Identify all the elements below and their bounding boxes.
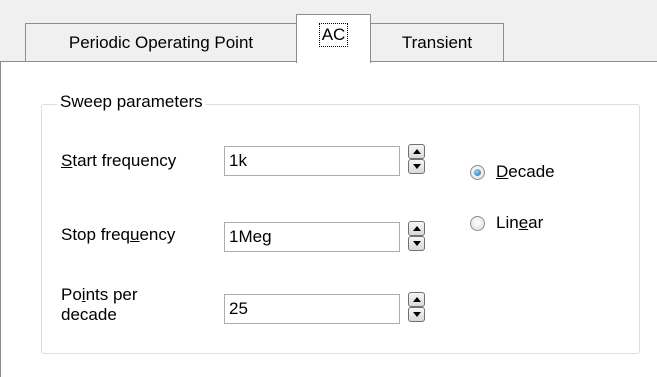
radio-selected-dot xyxy=(474,168,481,176)
decade-radio-label[interactable]: Decade xyxy=(496,162,555,182)
arrow-down-icon xyxy=(412,312,421,317)
stop-frequency-label-post: ency xyxy=(139,225,176,244)
start-frequency-spinner[interactable] xyxy=(408,144,425,174)
points-per-decade-spinner[interactable] xyxy=(408,292,425,322)
arrow-up-icon xyxy=(412,226,421,231)
linear-radio-option[interactable]: Linear xyxy=(470,213,543,233)
spin-up-button[interactable] xyxy=(408,292,425,307)
decade-label-rest: ecade xyxy=(508,162,555,181)
stop-frequency-spinner[interactable] xyxy=(408,221,425,251)
spin-down-button[interactable] xyxy=(408,236,425,251)
decade-mnemonic: D xyxy=(496,162,509,181)
linear-radio-label[interactable]: Linear xyxy=(496,213,543,233)
arrow-down-icon xyxy=(412,241,421,246)
spin-up-button[interactable] xyxy=(408,144,425,159)
tab-periodic-operating-point[interactable]: Periodic Operating Point xyxy=(25,23,297,61)
sweep-parameters-title: Sweep parameters xyxy=(57,92,206,112)
arrow-up-icon xyxy=(412,149,421,154)
tab-label: Periodic Operating Point xyxy=(68,32,254,52)
linear-radio[interactable] xyxy=(470,215,485,231)
start-frequency-input[interactable] xyxy=(224,146,400,176)
arrow-up-icon xyxy=(412,297,421,302)
points-per-decade-label-line1: Points per xyxy=(61,285,138,305)
arrow-down-icon xyxy=(412,164,421,169)
linear-mnemonic: e xyxy=(518,213,529,232)
tab-strip: Periodic Operating Point AC Transient xyxy=(0,0,657,63)
decade-radio-option[interactable]: Decade xyxy=(470,162,555,182)
tab-label: AC xyxy=(318,23,349,47)
decade-radio[interactable] xyxy=(470,164,485,180)
stop-frequency-input[interactable] xyxy=(224,222,400,252)
points-per-decade-label-line2: decade xyxy=(61,305,117,324)
points-per-decade-label-post: nts per xyxy=(85,285,138,304)
stop-frequency-label: Stop frequency xyxy=(61,224,175,246)
tab-ac[interactable]: AC xyxy=(296,14,371,63)
tab-label: Transient xyxy=(401,32,473,52)
tab-transient[interactable]: Transient xyxy=(370,23,504,61)
start-frequency-mnemonic: S xyxy=(61,151,73,170)
stop-frequency-label-pre: Stop freq xyxy=(61,225,130,244)
spin-down-button[interactable] xyxy=(408,159,425,174)
points-per-decade-input[interactable] xyxy=(224,294,400,324)
points-per-decade-label-pre: Po xyxy=(61,285,82,304)
linear-label-pre: Lin xyxy=(496,213,519,232)
points-per-decade-label: Points per decade xyxy=(61,285,138,325)
linear-label-post: ar xyxy=(528,213,544,232)
start-frequency-label: Start frequency xyxy=(61,150,176,172)
spin-up-button[interactable] xyxy=(408,221,425,236)
start-frequency-label-rest: tart frequency xyxy=(72,151,177,170)
spin-down-button[interactable] xyxy=(408,307,425,322)
